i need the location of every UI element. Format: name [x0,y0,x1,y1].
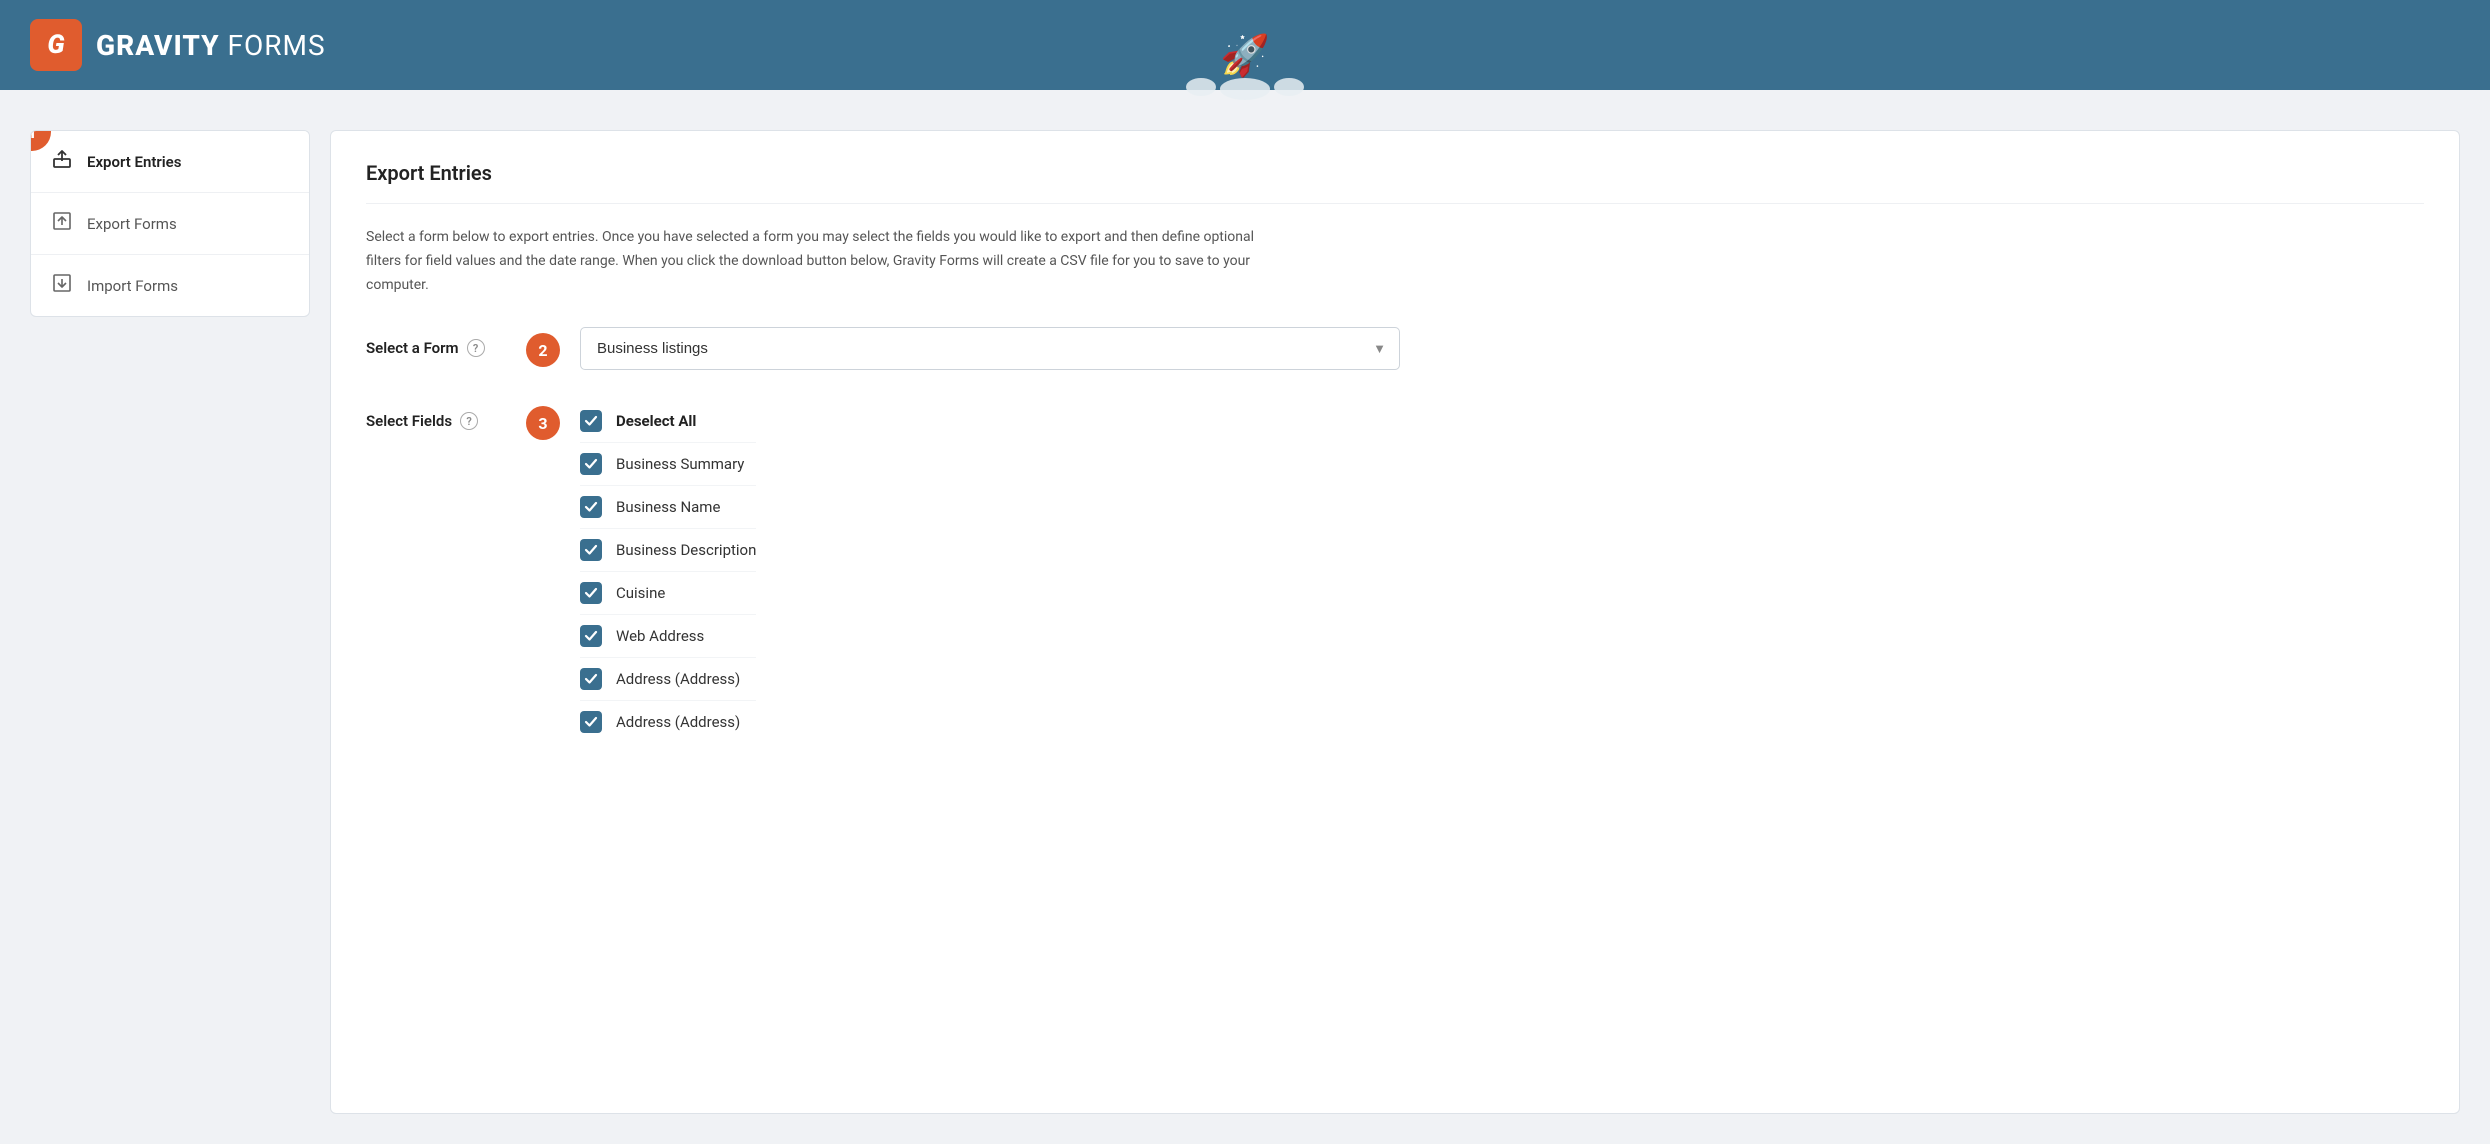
export-forms-icon [51,211,73,236]
cloud-right [1274,78,1304,96]
sidebar-item-export-entries[interactable]: Export Entries [31,131,309,193]
field-label-business-summary: Business Summary [616,455,744,473]
step-2-badge: 2 [526,333,560,367]
checkbox-address-2[interactable] [580,711,602,733]
field-row-web-address: Web Address [580,615,756,658]
field-label-address-2: Address (Address) [616,713,740,731]
field-label-deselect-all: Deselect All [616,412,696,430]
select-form-label: Select a Form ? [366,327,506,357]
sidebar: 1 Export Entries Export Forms [30,130,310,317]
form-select-wrapper: Business listings ▼ [580,327,1400,370]
checkbox-address-1[interactable] [580,668,602,690]
rocket-icon: 🚀 [1220,36,1270,76]
checkbox-business-description[interactable] [580,539,602,561]
field-label-address-1: Address (Address) [616,670,740,688]
logo-area: G GRAVITY FORMS [30,19,326,71]
field-row-business-description: Business Description [580,529,756,572]
field-row-business-name: Business Name [580,486,756,529]
select-fields-section: Select Fields ? 3 Deselect All [366,400,2424,743]
rocket-illustration: 🚀 [1186,36,1304,100]
cloud-center [1220,78,1270,100]
field-row-cuisine: Cuisine [580,572,756,615]
sidebar-item-export-forms-label: Export Forms [87,215,177,233]
checkbox-cuisine[interactable] [580,582,602,604]
form-select-dropdown[interactable]: Business listings [580,327,1400,370]
field-label-business-name: Business Name [616,498,720,516]
sidebar-item-import-forms-label: Import Forms [87,277,178,295]
sidebar-item-import-forms[interactable]: Import Forms [31,255,309,316]
field-row-deselect-all: Deselect All [580,400,756,443]
description-text: Select a form below to export entries. O… [366,226,1266,297]
sidebar-item-export-forms[interactable]: Export Forms [31,193,309,255]
select-fields-help-icon[interactable]: ? [460,412,478,430]
cloud-left [1186,78,1216,96]
logo-text: GRAVITY FORMS [96,29,326,62]
checkbox-business-summary[interactable] [580,453,602,475]
checkbox-deselect-all[interactable] [580,410,602,432]
select-fields-label: Select Fields ? [366,400,506,430]
content-area: Export Entries Select a form below to ex… [330,130,2460,1114]
page-title: Export Entries [366,161,2424,204]
field-row-address-1: Address (Address) [580,658,756,701]
field-row-address-2: Address (Address) [580,701,756,743]
sidebar-item-export-entries-label: Export Entries [87,153,181,171]
checkbox-web-address[interactable] [580,625,602,647]
clouds [1186,78,1304,100]
header: G GRAVITY FORMS 🚀 [0,0,2490,90]
select-form-section: Select a Form ? 2 Business listings ▼ [366,327,2424,370]
logo-icon: G [30,19,82,71]
step-3-badge: 3 [526,406,560,440]
field-label-business-description: Business Description [616,541,756,559]
field-label-cuisine: Cuisine [616,584,665,602]
export-entries-icon [51,149,73,174]
field-label-web-address: Web Address [616,627,704,645]
fields-list: Deselect All Business Summary [580,400,756,743]
field-row-business-summary: Business Summary [580,443,756,486]
select-form-help-icon[interactable]: ? [467,339,485,357]
main-container: 1 Export Entries Export Forms [0,90,2490,1144]
import-forms-icon [51,273,73,298]
checkbox-business-name[interactable] [580,496,602,518]
step3-area: 3 Deselect All Business Summ [526,400,756,743]
